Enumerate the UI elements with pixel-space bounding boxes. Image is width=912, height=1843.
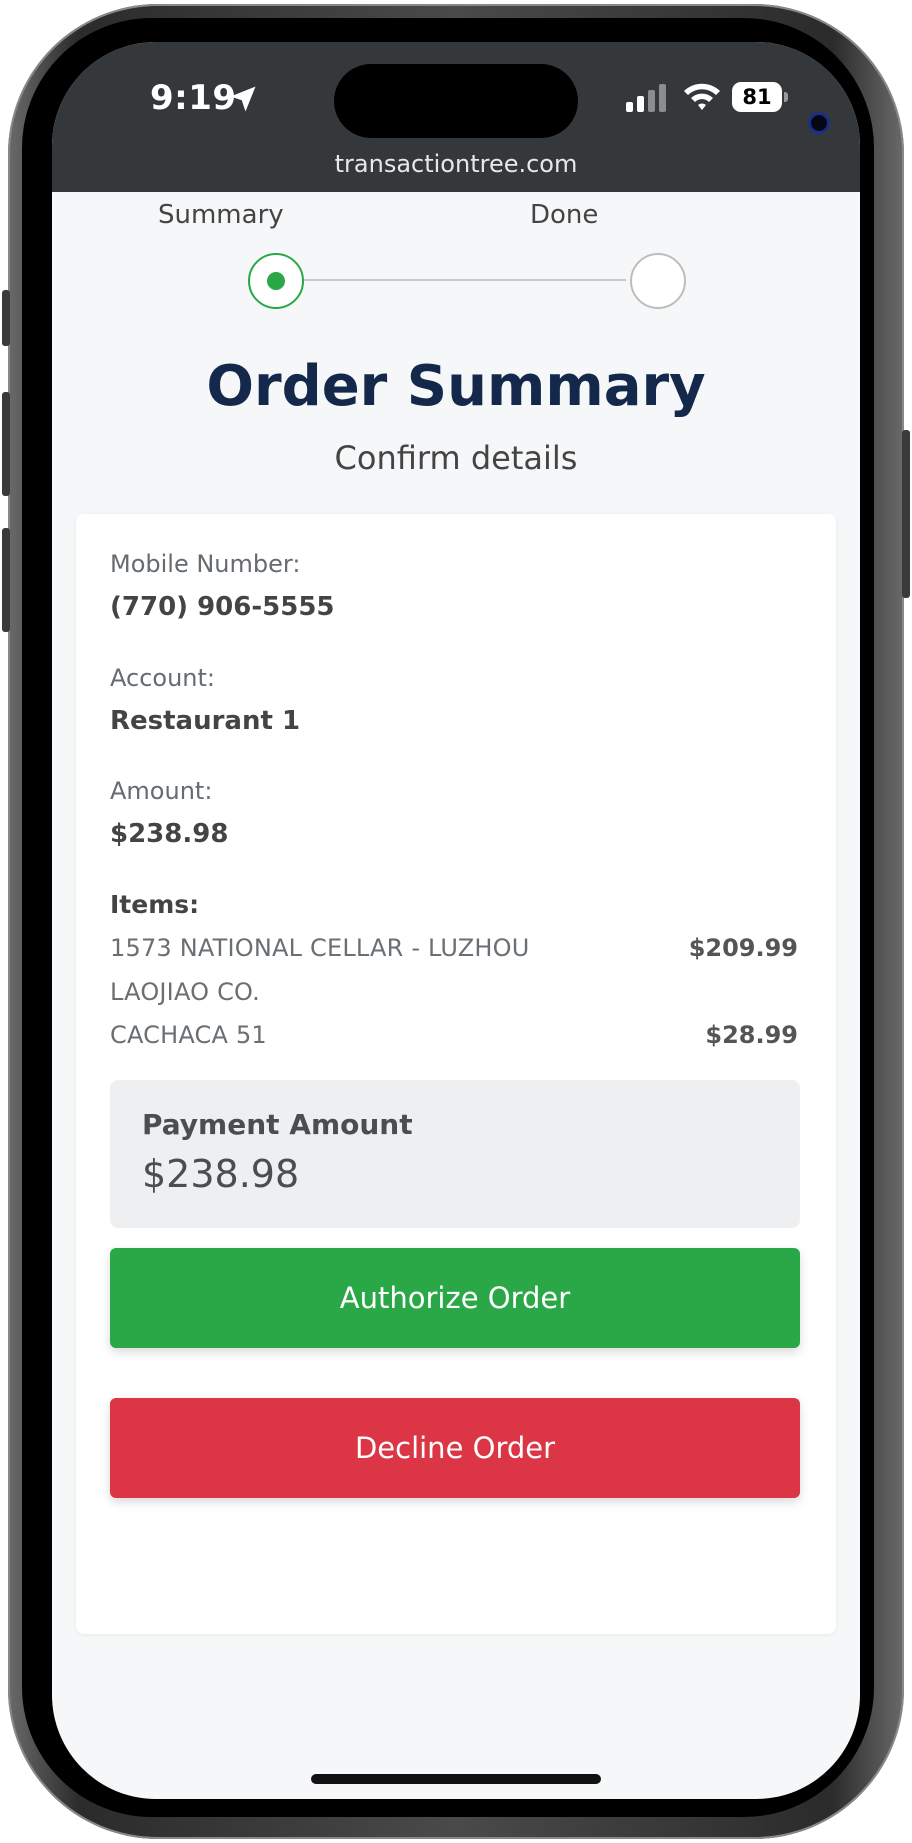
wifi-icon	[684, 83, 720, 110]
url-bar[interactable]: transactiontree.com	[52, 150, 860, 178]
power-button	[902, 430, 910, 598]
decline-order-button[interactable]: Decline Order	[110, 1398, 800, 1498]
page-subtitle: Confirm details	[334, 439, 578, 477]
status-time: 9:19	[150, 78, 237, 118]
step-indicator-done	[630, 253, 686, 309]
payment-amount-value: $238.98	[142, 1152, 300, 1196]
account-label: Account:	[110, 664, 215, 692]
authorize-order-button[interactable]: Authorize Order	[110, 1248, 800, 1348]
dynamic-island	[334, 64, 830, 138]
mobile-number-value: (770) 906-5555	[110, 592, 335, 622]
payment-amount-label: Payment Amount	[142, 1108, 413, 1141]
amount-value: $238.98	[110, 819, 229, 849]
item-1-name-line2: LAOJIAO CO.	[110, 978, 260, 1006]
payment-amount-box: Payment Amount $238.98	[110, 1080, 800, 1228]
step-indicator-summary	[248, 253, 304, 309]
account-value: Restaurant 1	[110, 706, 301, 736]
location-arrow-icon	[230, 86, 256, 112]
battery-level: 81	[732, 82, 782, 112]
step-label-summary: Summary	[158, 200, 284, 230]
item-1-price: $209.99	[688, 934, 798, 962]
item-1-name-line1: 1573 NATIONAL CELLAR - LUZHOU	[110, 934, 530, 962]
item-2-price: $28.99	[705, 1021, 798, 1049]
cellular-signal-icon	[626, 84, 666, 112]
volume-down-button	[2, 528, 10, 632]
battery-icon: 81	[732, 82, 790, 112]
stepper-connector	[274, 279, 626, 281]
step-label-done: Done	[530, 200, 599, 230]
amount-label: Amount:	[110, 777, 213, 805]
volume-up-button	[2, 392, 10, 496]
item-2-name: CACHACA 51	[110, 1021, 267, 1049]
home-indicator[interactable]	[311, 1774, 601, 1784]
action-button	[2, 290, 10, 346]
camera-icon	[808, 112, 830, 134]
screen: 9:19 81 transactiontree.com Summary Done…	[52, 42, 860, 1799]
mobile-number-label: Mobile Number:	[110, 550, 301, 578]
status-bar: 9:19 81 transactiontree.com	[52, 42, 860, 192]
items-label: Items:	[110, 890, 200, 919]
active-step-dot	[267, 272, 285, 290]
page-title: Order Summary	[206, 354, 706, 419]
